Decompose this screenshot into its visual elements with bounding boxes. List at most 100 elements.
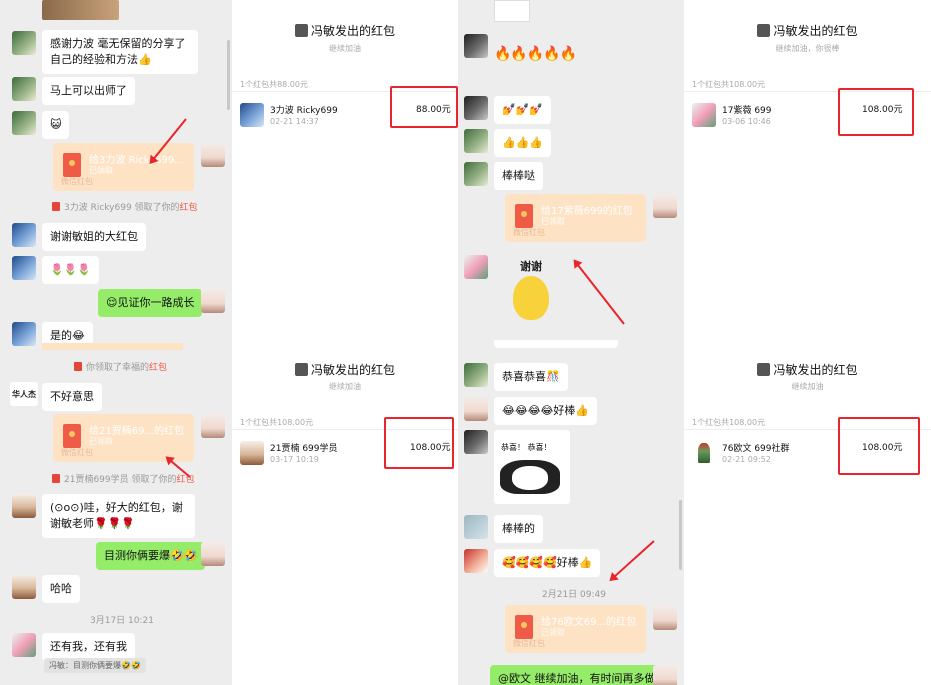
avatar[interactable] bbox=[12, 494, 36, 518]
avatar[interactable] bbox=[692, 441, 716, 465]
panel-title: 冯敏发出的红包 bbox=[684, 22, 931, 39]
message-bubble: 恭喜恭喜🎊 bbox=[494, 363, 568, 391]
avatar[interactable] bbox=[12, 633, 36, 657]
red-packet-footer: 微信红包 bbox=[513, 228, 545, 237]
panel-title: 冯敏发出的红包 bbox=[684, 361, 931, 378]
avatar[interactable] bbox=[692, 103, 716, 127]
image-thumbnail[interactable] bbox=[42, 0, 119, 20]
red-packet-link[interactable]: 红包 bbox=[177, 475, 195, 485]
panda-face-mask bbox=[512, 466, 548, 490]
red-packet-detail-panel: 冯敏发出的红包 继续加油 1个红包共108.00元 21贾楠 699学员 03-… bbox=[232, 343, 458, 685]
message-bubble-self: 😌见证你一路成长 bbox=[98, 289, 203, 317]
duck-icon bbox=[513, 276, 549, 320]
avatar[interactable] bbox=[201, 414, 225, 438]
avatar[interactable] bbox=[12, 322, 36, 346]
avatar[interactable] bbox=[201, 143, 225, 167]
receive-time: 02-21 09:52 bbox=[722, 455, 771, 464]
avatar[interactable] bbox=[653, 665, 677, 685]
packet-count: 1个红包共108.00元 bbox=[692, 80, 766, 89]
message-bubble: 棒棒哒 bbox=[494, 162, 543, 190]
red-packet-footer: 微信红包 bbox=[61, 448, 93, 457]
avatar[interactable] bbox=[201, 542, 225, 566]
avatar[interactable] bbox=[464, 397, 488, 421]
red-packet-title: 给3力波 Ricky699... bbox=[89, 155, 184, 166]
avatar[interactable] bbox=[12, 223, 36, 247]
avatar[interactable] bbox=[464, 255, 488, 279]
red-packet-detail-panel: 冯敏发出的红包 继续加油 1个红包共108.00元 76欧文 699社群 02-… bbox=[684, 343, 931, 685]
message-bubble: 😺 bbox=[42, 111, 70, 139]
avatar[interactable] bbox=[240, 103, 264, 127]
red-packet-status: 已领取 bbox=[89, 166, 113, 175]
scrollbar[interactable] bbox=[227, 40, 230, 110]
avatar[interactable] bbox=[12, 575, 36, 599]
red-packet-link[interactable]: 红包 bbox=[149, 363, 167, 373]
system-notice-text: 21贾楠699学员 领取了你的 bbox=[64, 475, 177, 485]
timestamp: 3月17日 10:21 bbox=[90, 616, 154, 626]
avatar[interactable] bbox=[464, 549, 488, 573]
red-packet-message[interactable]: 给76欧文69...的红包 已领取 微信红包 bbox=[505, 605, 646, 653]
message-bubble: 不好意思 bbox=[42, 383, 102, 411]
red-packet-footer: 微信红包 bbox=[61, 177, 93, 186]
message-bubble-self: @欧文 继续加油，有时间再多做 bbox=[490, 665, 664, 685]
red-packet-message[interactable]: 给3力波 Ricky699... 已领取 微信红包 bbox=[53, 143, 194, 191]
red-packet-detail-panel: 冯敏发出的红包 继续加油，你很棒 1个红包共108.00元 17紫薇 699 0… bbox=[684, 0, 931, 342]
red-packet-detail-panel: 冯敏发出的红包 继续加油 1个红包共88.00元 3力波 Ricky699 02… bbox=[232, 0, 458, 342]
avatar[interactable] bbox=[464, 515, 488, 539]
packet-count: 1个红包共88.00元 bbox=[240, 80, 308, 89]
system-notice: 你领取了幸福的红包 bbox=[74, 360, 167, 373]
avatar[interactable] bbox=[464, 34, 488, 58]
highlight-box bbox=[384, 417, 454, 469]
red-envelope-icon bbox=[74, 362, 82, 371]
scrollbar[interactable] bbox=[679, 500, 682, 570]
avatar[interactable] bbox=[464, 129, 488, 153]
avatar[interactable] bbox=[464, 162, 488, 186]
panel-subtitle: 继续加油 bbox=[329, 382, 361, 391]
avatar[interactable] bbox=[653, 606, 677, 630]
red-packet-message[interactable]: 给17紫薇699的红包 已领取 微信红包 bbox=[505, 194, 646, 242]
avatar[interactable] bbox=[464, 363, 488, 387]
avatar[interactable]: 华人杰 bbox=[10, 382, 38, 406]
packet-count: 1个红包共108.00元 bbox=[692, 418, 766, 427]
red-packet-message[interactable]: 给21贾楠69...的红包 已领取 微信红包 bbox=[53, 414, 194, 462]
red-packet-title: 给21贾楠69...的红包 bbox=[89, 426, 184, 437]
calligraphy-avatar-text: 华人杰 bbox=[12, 389, 36, 399]
red-envelope-icon bbox=[52, 474, 60, 483]
avatar[interactable] bbox=[201, 289, 225, 313]
message-bubble: 🥰🥰🥰🥰好棒👍 bbox=[494, 549, 601, 577]
message-bubble: 哈哈 bbox=[42, 575, 80, 603]
panel-subtitle: 继续加油，你很棒 bbox=[775, 44, 840, 53]
red-packet-status: 已领取 bbox=[89, 437, 113, 446]
highlight-box bbox=[838, 88, 914, 136]
packet-count: 1个红包共108.00元 bbox=[240, 418, 314, 427]
message-bubble: 🌷🌷🌷 bbox=[42, 256, 100, 284]
image-thumbnail[interactable] bbox=[494, 0, 530, 22]
avatar[interactable] bbox=[240, 441, 264, 465]
message-bubble: 谢谢敏姐的大红包 bbox=[42, 223, 146, 251]
highlight-box bbox=[390, 86, 458, 128]
quote-reference[interactable]: 冯敏：目测你俩要爆🤣🤣 bbox=[44, 658, 146, 673]
avatar[interactable] bbox=[464, 430, 488, 454]
message-bubble: 👍👍👍 bbox=[494, 129, 552, 157]
message-bubble: 💅💅💅 bbox=[494, 96, 552, 124]
red-envelope-icon bbox=[63, 424, 81, 448]
receive-time: 02-21 14:37 bbox=[270, 117, 319, 126]
duck-sticker: 谢谢 bbox=[498, 254, 568, 330]
message-bubble: 棒棒的 bbox=[494, 515, 543, 543]
avatar[interactable] bbox=[12, 31, 36, 55]
receiver-name: 3力波 Ricky699 bbox=[270, 106, 338, 116]
avatar[interactable] bbox=[12, 111, 36, 135]
system-notice: 3力波 Ricky699 领取了你的红包 bbox=[52, 200, 198, 213]
avatar[interactable] bbox=[464, 96, 488, 120]
red-packet-icon bbox=[757, 363, 771, 376]
red-packet-link[interactable]: 红包 bbox=[180, 203, 198, 213]
panel-subtitle: 继续加油 bbox=[329, 44, 361, 53]
panel-title: 冯敏发出的红包 bbox=[232, 22, 458, 39]
red-packet-title: 给76欧文69...的红包 bbox=[541, 617, 636, 628]
avatar[interactable] bbox=[653, 194, 677, 218]
packet-strip bbox=[42, 343, 183, 350]
sticker-text: 恭喜！ 恭喜！ bbox=[501, 443, 552, 452]
sticker-text: 谢谢 bbox=[520, 260, 542, 273]
avatar[interactable] bbox=[12, 77, 36, 101]
system-notice: 21贾楠699学员 领取了你的红包 bbox=[52, 472, 195, 485]
avatar[interactable] bbox=[12, 256, 36, 280]
